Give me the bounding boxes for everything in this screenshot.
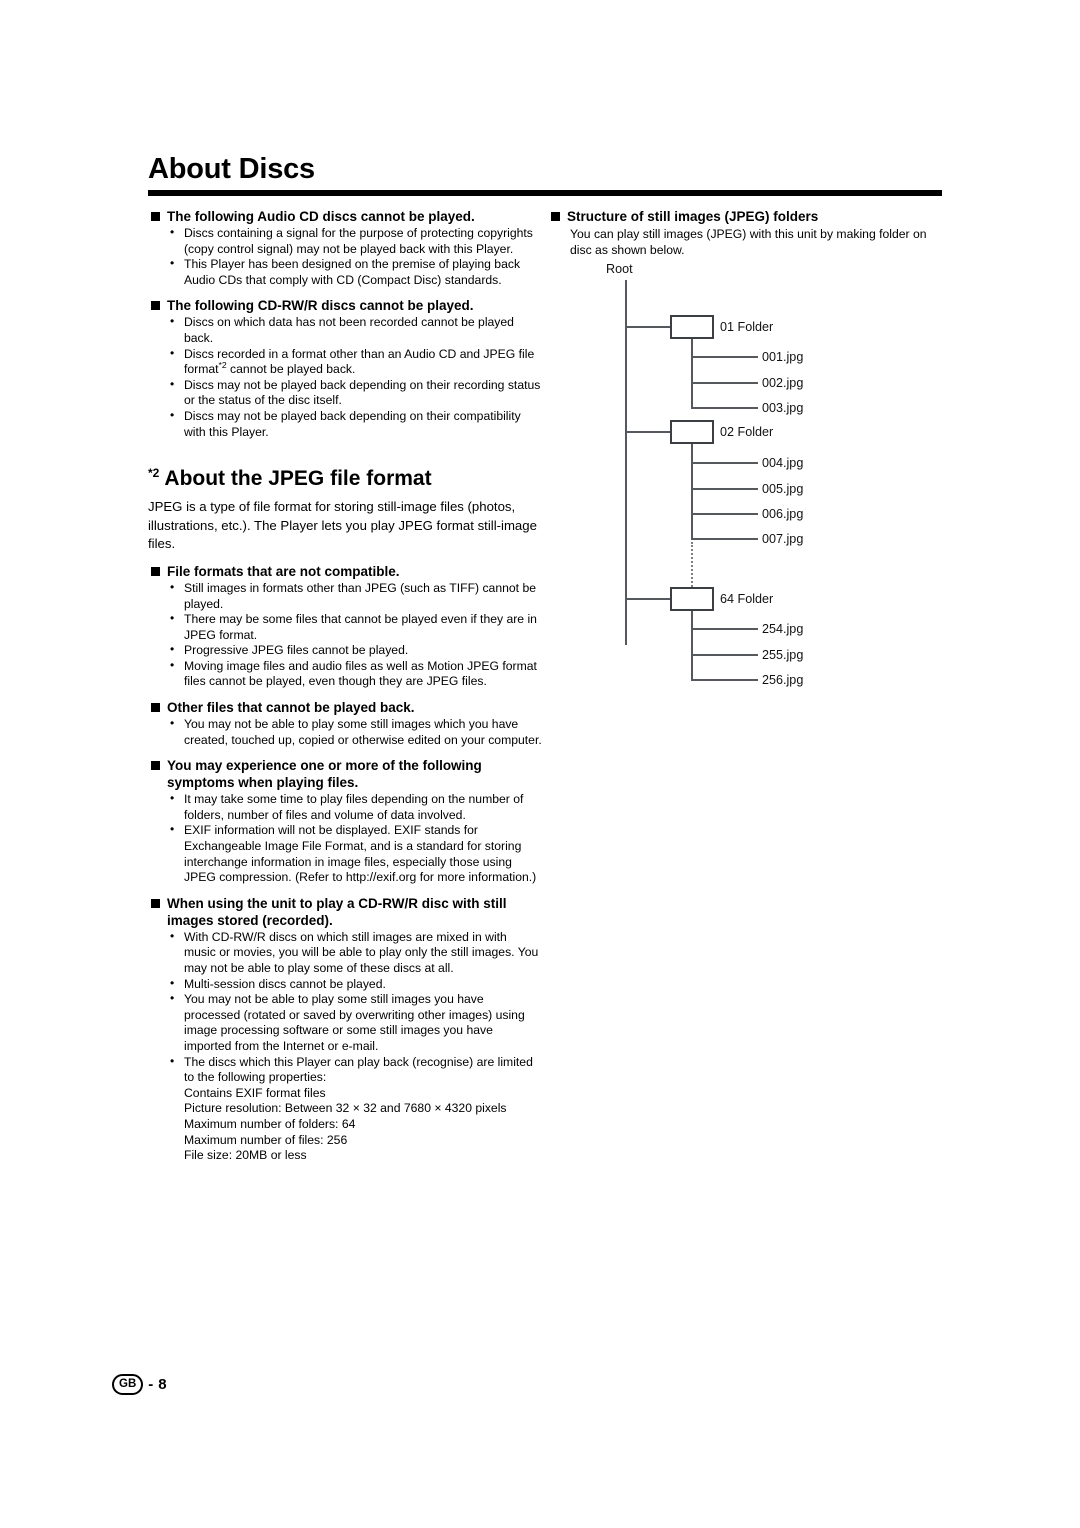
heading-cdrw-still-images: When using the unit to play a CD-RW/R di… xyxy=(148,895,542,929)
subheading-jpeg-format: *2 About the JPEG file format xyxy=(148,466,542,492)
tree-connector-file xyxy=(691,407,758,409)
tree-folder-label-01: 01 Folder xyxy=(720,320,774,334)
list-not-compatible: Still images in formats other than JPEG … xyxy=(148,580,542,690)
tree-connector-file xyxy=(691,356,758,358)
tree-folder-box-01 xyxy=(670,315,714,339)
list-item: Progressive JPEG files cannot be played. xyxy=(170,642,542,659)
tree-folder-spine-01 xyxy=(691,339,693,408)
list-item: Discs may not be played back depending o… xyxy=(170,408,542,440)
list-item: This Player has been designed on the pre… xyxy=(170,256,542,288)
list-item: Discs on which data has not been recorde… xyxy=(170,314,542,346)
disc-properties-list: Contains EXIF format files Picture resol… xyxy=(148,1086,542,1164)
tree-root-label: Root xyxy=(606,262,633,276)
tree-connector-file xyxy=(691,488,758,490)
list-item: EXIF information will not be displayed. … xyxy=(170,822,542,885)
tree-connector-file xyxy=(691,538,758,540)
property-item: Maximum number of files: 256 xyxy=(184,1132,348,1147)
tree-folder-label-02: 02 Folder xyxy=(720,425,774,439)
footnote-marker: *2 xyxy=(218,360,227,371)
list-cdrw-still-images: With CD-RW/R discs on which still images… xyxy=(148,929,542,1086)
tree-file-label: 006.jpg xyxy=(762,507,804,521)
property-item: Maximum number of folders: 64 xyxy=(184,1116,356,1131)
tree-file-label: 001.jpg xyxy=(762,350,804,364)
page-number: 8 xyxy=(158,1375,167,1393)
list-item: With CD-RW/R discs on which still images… xyxy=(170,929,542,977)
list-item: There may be some files that cannot be p… xyxy=(170,611,542,643)
heading-symptoms: You may experience one or more of the fo… xyxy=(148,757,542,791)
list-item-text-post: cannot be played back. xyxy=(226,362,356,377)
subheading-text: About the JPEG file format xyxy=(164,467,432,491)
list-item: Multi-session discs cannot be played. xyxy=(170,976,542,993)
list-item: It may take some time to play files depe… xyxy=(170,791,542,823)
list-audio-cd: Discs containing a signal for the purpos… xyxy=(148,225,542,288)
tree-root-spine xyxy=(625,280,627,645)
heading-cdrw: The following CD-RW/R discs cannot be pl… xyxy=(148,297,542,314)
list-cdrw: Discs on which data has not been recorde… xyxy=(148,314,542,440)
list-item: Discs may not be played back depending o… xyxy=(170,377,542,409)
tree-file-label: 256.jpg xyxy=(762,673,804,687)
tree-file-label: 007.jpg xyxy=(762,532,804,546)
tree-file-label: 002.jpg xyxy=(762,376,804,390)
tree-connector-file xyxy=(691,382,758,384)
list-item: Moving image files and audio files as we… xyxy=(170,658,542,690)
heading-folder-structure: Structure of still images (JPEG) folders xyxy=(548,208,944,225)
page-footer: GB - 8 xyxy=(112,1374,167,1395)
tree-connector-file xyxy=(691,679,758,681)
property-item: File size: 20MB or less xyxy=(184,1148,307,1163)
footnote-marker: *2 xyxy=(148,466,160,481)
region-code-badge: GB xyxy=(112,1374,144,1395)
footer-separator: - xyxy=(148,1375,154,1393)
title-rule xyxy=(148,190,942,196)
list-item: The discs which this Player can play bac… xyxy=(170,1054,542,1086)
list-item: You may not be able to play some still i… xyxy=(170,716,542,748)
list-item: You may not be able to play some still i… xyxy=(170,991,542,1054)
property-item: Picture resolution: Between 32 × 32 and … xyxy=(184,1101,507,1116)
left-column: The following Audio CD discs cannot be p… xyxy=(148,208,542,1164)
heading-not-compatible: File formats that are not compatible. xyxy=(148,563,542,580)
right-column: Structure of still images (JPEG) folders… xyxy=(548,208,944,258)
property-item: Contains EXIF format files xyxy=(184,1085,326,1100)
tree-file-label: 004.jpg xyxy=(762,456,804,470)
heading-other-files: Other files that cannot be played back. xyxy=(148,699,542,716)
list-item: Discs recorded in a format other than an… xyxy=(170,346,542,378)
tree-folder-spine-64 xyxy=(691,611,693,680)
page-title: About Discs xyxy=(148,153,315,185)
tree-file-label: 005.jpg xyxy=(762,482,804,496)
tree-folder-box-02 xyxy=(670,420,714,444)
folder-structure-diagram: Root 01 Folder 001.jpg 002.jpg 003.jpg 0… xyxy=(548,258,948,708)
tree-folder-spine-02 xyxy=(691,444,693,539)
tree-file-label: 003.jpg xyxy=(762,401,804,415)
list-symptoms: It may take some time to play files depe… xyxy=(148,791,542,886)
tree-connector-folder-01 xyxy=(625,326,671,328)
paragraph-jpeg-intro: JPEG is a type of file format for storin… xyxy=(148,499,537,552)
list-item: Still images in formats other than JPEG … xyxy=(170,580,542,612)
tree-file-label: 254.jpg xyxy=(762,622,804,636)
paragraph-folder-structure-intro: You can play still images (JPEG) with th… xyxy=(570,227,927,257)
heading-audio-cd: The following Audio CD discs cannot be p… xyxy=(148,208,542,225)
tree-connector-file xyxy=(691,654,758,656)
tree-connector-file xyxy=(691,513,758,515)
tree-connector-file xyxy=(691,462,758,464)
tree-connector-folder-02 xyxy=(625,431,671,433)
document-page: About Discs The following Audio CD discs… xyxy=(0,0,1080,1528)
tree-ellipsis-dotted-line xyxy=(691,542,693,587)
tree-connector-file xyxy=(691,628,758,630)
tree-folder-box-64 xyxy=(670,587,714,611)
tree-connector-folder-64 xyxy=(625,598,671,600)
tree-file-label: 255.jpg xyxy=(762,648,804,662)
tree-folder-label-64: 64 Folder xyxy=(720,592,774,606)
list-item: Discs containing a signal for the purpos… xyxy=(170,225,542,257)
list-other-files: You may not be able to play some still i… xyxy=(148,716,542,748)
